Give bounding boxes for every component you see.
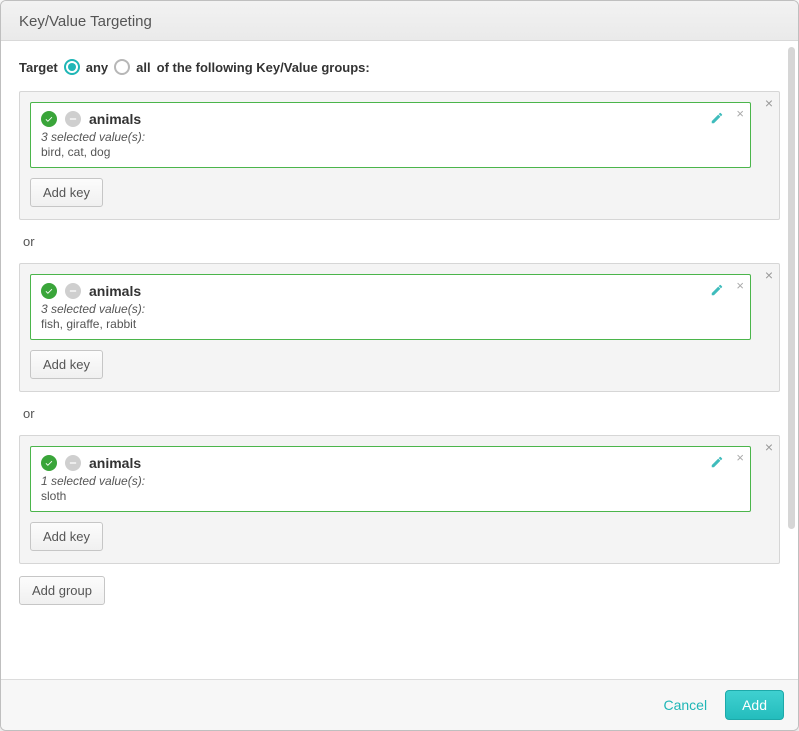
exclude-icon[interactable] [65, 455, 81, 471]
target-suffix: of the following Key/Value groups: [157, 60, 370, 75]
close-icon[interactable]: × [736, 279, 744, 292]
add-group-button[interactable]: Add group [19, 576, 105, 605]
edit-icon[interactable] [710, 283, 724, 297]
add-key-button[interactable]: Add key [30, 522, 103, 551]
group-block: × × animals 3 select [19, 91, 780, 220]
include-icon[interactable] [41, 111, 57, 127]
close-icon[interactable]: × [736, 107, 744, 120]
modal-title: Key/Value Targeting [1, 1, 798, 41]
include-icon[interactable] [41, 283, 57, 299]
edit-icon[interactable] [710, 111, 724, 125]
include-icon[interactable] [41, 455, 57, 471]
key-row: × animals 3 selected value(s): [30, 102, 751, 168]
cancel-button[interactable]: Cancel [663, 697, 707, 713]
selected-values: sloth [41, 489, 714, 503]
close-icon[interactable]: × [765, 96, 773, 110]
selected-count: 3 selected value(s): [41, 130, 714, 144]
modal-body: Target any all of the following Key/Valu… [1, 41, 790, 679]
key-name: animals [89, 283, 141, 299]
radio-all[interactable] [114, 59, 130, 75]
selected-count: 1 selected value(s): [41, 474, 714, 488]
close-icon[interactable]: × [765, 440, 773, 454]
selected-count: 3 selected value(s): [41, 302, 714, 316]
selected-values: fish, giraffe, rabbit [41, 317, 714, 331]
add-key-button[interactable]: Add key [30, 178, 103, 207]
radio-any-label: any [86, 60, 108, 75]
or-separator: or [23, 406, 780, 421]
or-separator: or [23, 234, 780, 249]
radio-all-label: all [136, 60, 150, 75]
group-block: × × animals 3 select [19, 263, 780, 392]
scrollbar[interactable] [788, 47, 795, 673]
add-button[interactable]: Add [725, 690, 784, 720]
key-value-targeting-modal: Key/Value Targeting Target any all of th… [0, 0, 799, 731]
exclude-icon[interactable] [65, 111, 81, 127]
radio-any[interactable] [64, 59, 80, 75]
key-row: × animals 3 selected value(s): [30, 274, 751, 340]
scrollbar-thumb[interactable] [788, 47, 795, 529]
key-row: × animals 1 selected value(s): [30, 446, 751, 512]
modal-body-wrap: Target any all of the following Key/Valu… [1, 41, 798, 679]
target-mode-row: Target any all of the following Key/Valu… [19, 59, 780, 75]
modal-footer: Cancel Add [1, 679, 798, 730]
selected-values: bird, cat, dog [41, 145, 714, 159]
key-head: animals [41, 111, 714, 127]
exclude-icon[interactable] [65, 283, 81, 299]
group-block: × × animals 1 select [19, 435, 780, 564]
key-name: animals [89, 455, 141, 471]
close-icon[interactable]: × [736, 451, 744, 464]
key-name: animals [89, 111, 141, 127]
key-head: animals [41, 283, 714, 299]
add-key-button[interactable]: Add key [30, 350, 103, 379]
edit-icon[interactable] [710, 455, 724, 469]
key-head: animals [41, 455, 714, 471]
close-icon[interactable]: × [765, 268, 773, 282]
target-label: Target [19, 60, 58, 75]
